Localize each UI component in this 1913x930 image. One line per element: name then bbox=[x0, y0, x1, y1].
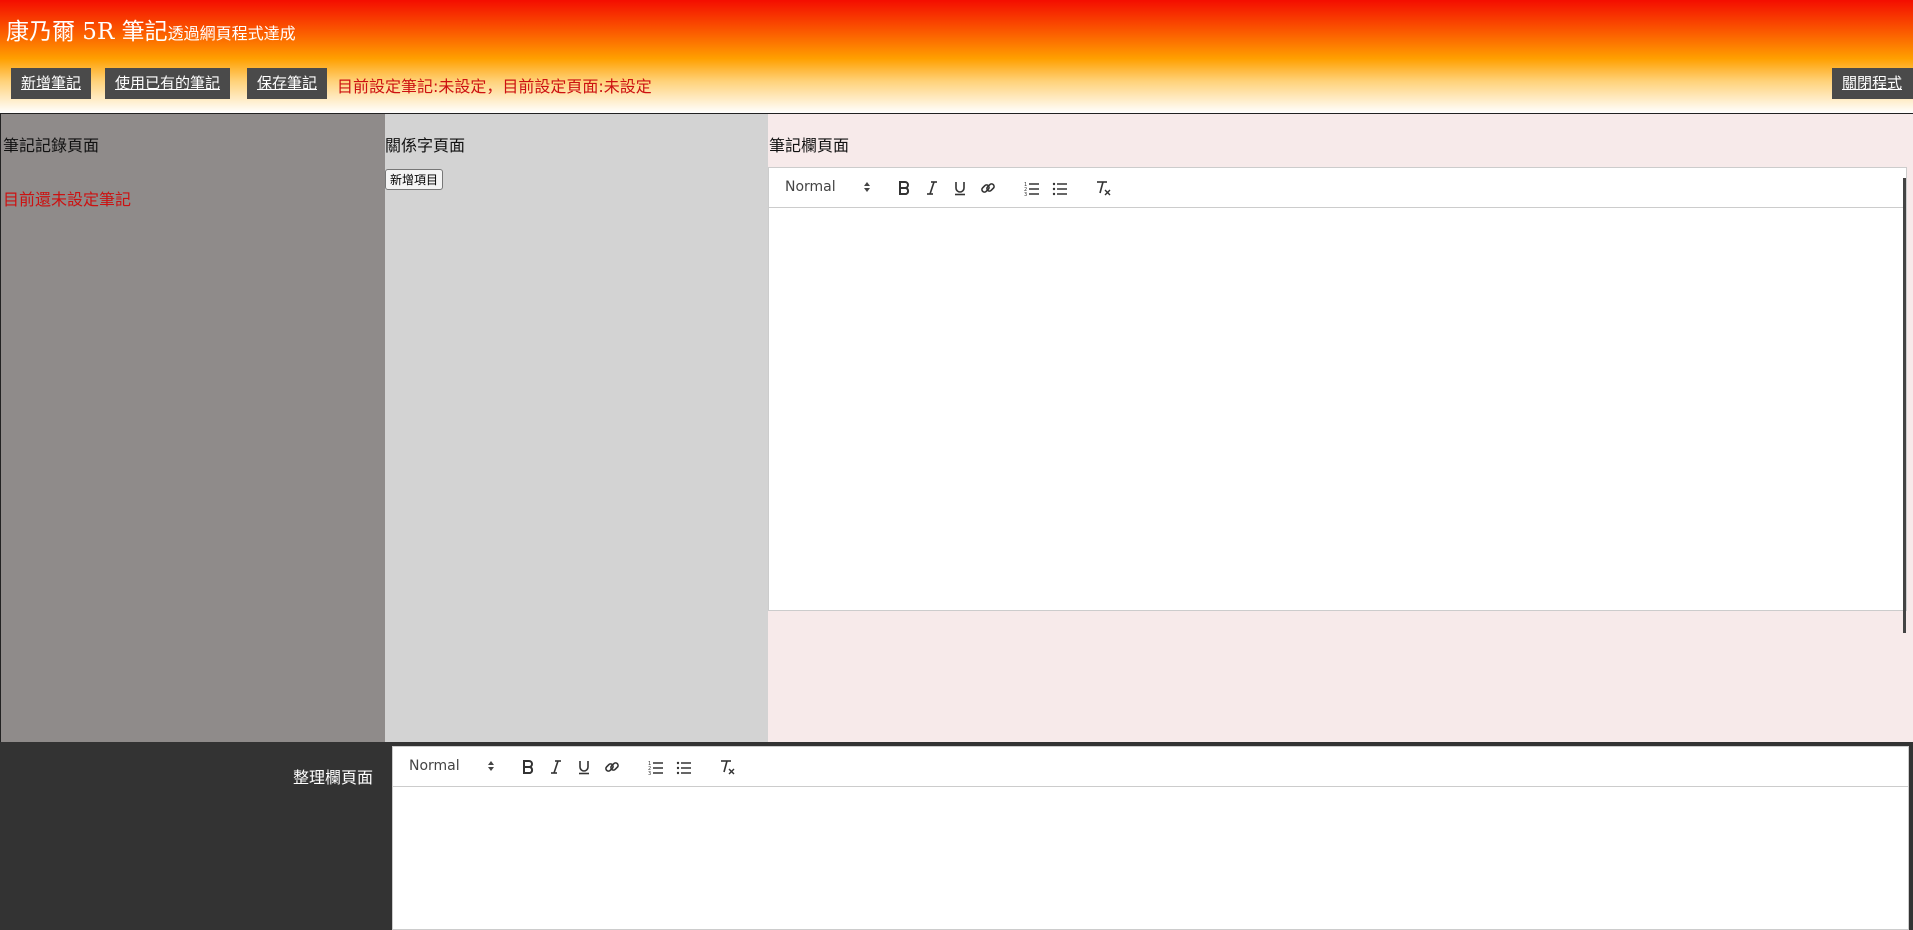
app-title-main: 康乃爾 5R 筆記 bbox=[6, 19, 168, 45]
notes-record-panel: 筆記記錄頁面 目前還未設定筆記 bbox=[0, 114, 385, 742]
use-existing-note-button[interactable]: 使用已有的筆記 bbox=[105, 68, 231, 99]
format-select-value: Normal bbox=[785, 179, 836, 195]
clear-format-icon[interactable] bbox=[719, 759, 735, 775]
note-editor: Normal 1 2 3 bbox=[768, 167, 1907, 633]
new-note-button[interactable]: 新增筆記 bbox=[11, 68, 92, 99]
summary-editor-toolbar: Normal 1 2 3 bbox=[393, 747, 1908, 787]
close-app-button[interactable]: 關閉程式 bbox=[1832, 68, 1913, 99]
app-title: 康乃爾 5R 筆記透過網頁程式達成 bbox=[6, 12, 296, 46]
ordered-list-icon[interactable]: 1 2 3 bbox=[1024, 180, 1040, 196]
ordered-list-icon[interactable]: 1 2 3 bbox=[648, 759, 664, 775]
no-note-message: 目前還未設定筆記 bbox=[3, 190, 132, 209]
underline-icon[interactable] bbox=[577, 759, 591, 775]
select-arrows-icon bbox=[864, 182, 870, 192]
bullet-list-icon[interactable] bbox=[1052, 180, 1068, 196]
clear-format-icon[interactable] bbox=[1095, 180, 1111, 196]
keywords-panel: 關係字頁面 新增項目 bbox=[385, 114, 768, 742]
note-editor-scrollbar[interactable] bbox=[1903, 178, 1906, 633]
notes-record-title: 筆記記錄頁面 bbox=[3, 136, 100, 155]
app-title-subtitle: 透過網頁程式達成 bbox=[167, 24, 296, 43]
bullet-list-icon[interactable] bbox=[676, 759, 692, 775]
workspace: 筆記記錄頁面 目前還未設定筆記 關係字頁面 新增項目 筆記欄頁面 Normal bbox=[0, 113, 1913, 742]
status-text: 目前設定筆記:未設定，目前設定頁面:未設定 bbox=[337, 77, 652, 96]
summary-panel-title: 整理欄頁面 bbox=[293, 768, 374, 787]
save-note-button[interactable]: 保存筆記 bbox=[247, 68, 328, 99]
note-editor-content[interactable] bbox=[769, 208, 1906, 610]
bold-icon[interactable] bbox=[521, 759, 535, 775]
svg-text:3: 3 bbox=[1024, 192, 1027, 196]
select-arrows-icon bbox=[488, 761, 494, 771]
link-icon[interactable] bbox=[604, 759, 620, 775]
summary-editor: Normal 1 2 3 bbox=[392, 746, 1909, 930]
bold-icon[interactable] bbox=[897, 180, 911, 196]
summary-format-select-value: Normal bbox=[409, 758, 460, 774]
note-panel: 筆記欄頁面 Normal 1 2 3 bbox=[768, 114, 1913, 742]
italic-icon[interactable] bbox=[549, 759, 563, 775]
link-icon[interactable] bbox=[980, 180, 996, 196]
italic-icon[interactable] bbox=[925, 180, 939, 196]
summary-editor-content[interactable] bbox=[393, 787, 1908, 929]
note-panel-title: 筆記欄頁面 bbox=[769, 136, 850, 155]
keywords-title: 關係字頁面 bbox=[385, 136, 466, 155]
note-editor-toolbar: Normal 1 2 3 bbox=[769, 168, 1906, 208]
underline-icon[interactable] bbox=[953, 180, 967, 196]
add-item-button[interactable]: 新增項目 bbox=[385, 169, 444, 190]
app-header: 康乃爾 5R 筆記透過網頁程式達成 新增筆記 使用已有的筆記 保存筆記 目前設定… bbox=[0, 0, 1913, 113]
summary-panel: 整理欄頁面 Normal 1 2 3 bbox=[0, 742, 1913, 930]
svg-text:3: 3 bbox=[648, 771, 651, 775]
